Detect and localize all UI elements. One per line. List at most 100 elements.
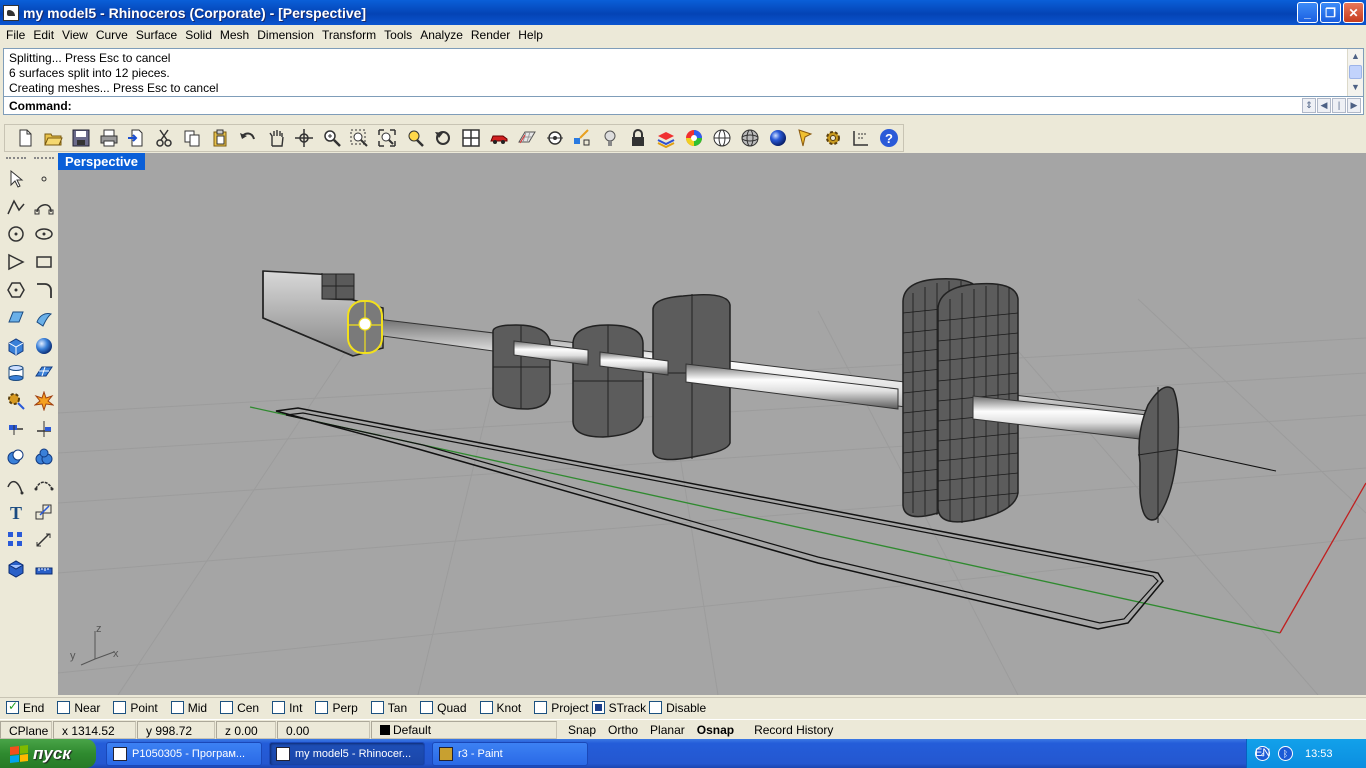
rectangle-icon[interactable]: [31, 248, 57, 276]
bulkhead-2[interactable]: [572, 324, 644, 438]
zoom-selected-icon[interactable]: [401, 125, 429, 151]
curve-point-icon[interactable]: [3, 248, 29, 276]
circle-icon[interactable]: [3, 221, 29, 249]
viewport-title[interactable]: Perspective: [58, 153, 145, 170]
polygon-icon[interactable]: [3, 276, 29, 304]
undo-view-icon[interactable]: [429, 125, 457, 151]
osnap-near[interactable]: Near: [57, 701, 100, 715]
osnap-toggle[interactable]: Osnap: [695, 721, 736, 739]
osnap-mid[interactable]: Mid: [170, 701, 207, 715]
menu-file[interactable]: File: [2, 25, 29, 45]
properties-icon[interactable]: [792, 125, 820, 151]
menu-solid[interactable]: Solid: [181, 25, 216, 45]
osnap-knot-checkbox[interactable]: [479, 701, 493, 714]
cylinder-icon[interactable]: [3, 360, 29, 388]
scroll-down-icon[interactable]: ▼: [1348, 80, 1363, 95]
scroll-up-icon[interactable]: ▲: [1348, 49, 1363, 64]
osnap-cen[interactable]: Cen: [220, 701, 259, 715]
osnap-cen-checkbox[interactable]: [220, 701, 234, 714]
osnap-quad-checkbox[interactable]: [420, 701, 434, 714]
measure-icon[interactable]: [31, 554, 57, 582]
lock-icon[interactable]: [624, 125, 652, 151]
osnap-project-checkbox[interactable]: [534, 701, 548, 714]
scale-icon[interactable]: [31, 499, 57, 527]
paste-icon[interactable]: [206, 125, 234, 151]
render-sphere-icon[interactable]: [764, 125, 792, 151]
open-icon[interactable]: [39, 125, 67, 151]
light-icon[interactable]: [596, 125, 624, 151]
dimension-tool-icon[interactable]: [31, 526, 57, 554]
osnap-project[interactable]: Project: [534, 701, 589, 715]
command-input[interactable]: [71, 98, 1302, 113]
curve-edit-icon[interactable]: [3, 471, 29, 499]
surface-icon[interactable]: [3, 304, 29, 332]
arc-icon[interactable]: [31, 193, 57, 221]
settings-gear-icon[interactable]: [819, 125, 847, 151]
sweep-icon[interactable]: [31, 304, 57, 332]
osnap-disable-checkbox[interactable]: [649, 701, 663, 714]
zoom-window-icon[interactable]: [346, 125, 374, 151]
osnap-tan[interactable]: Tan: [370, 701, 407, 715]
rotate-view-icon[interactable]: [290, 125, 318, 151]
task-rhinoceros[interactable]: my model5 - Rhinocer...: [269, 741, 425, 766]
ellipse-icon[interactable]: [31, 221, 57, 249]
minimize-button[interactable]: _: [1297, 2, 1318, 23]
bulkhead-1[interactable]: [492, 324, 551, 410]
command-options-icon[interactable]: ⇕: [1302, 98, 1316, 113]
osnap-perp-checkbox[interactable]: [315, 701, 329, 714]
edit-icon[interactable]: [3, 415, 29, 443]
toolbar-grip[interactable]: [6, 157, 26, 161]
osnap-point[interactable]: Point: [113, 701, 158, 715]
osnap-strack[interactable]: STrack: [591, 701, 646, 715]
rhino-app-icon[interactable]: [3, 4, 19, 21]
save-icon[interactable]: [67, 125, 95, 151]
cplane-icon[interactable]: [541, 125, 569, 151]
blend-icon[interactable]: [31, 471, 57, 499]
toolbar-grip[interactable]: [34, 157, 54, 161]
snap-toggle[interactable]: Snap: [558, 721, 606, 739]
menu-help[interactable]: Help: [514, 25, 547, 45]
menu-edit[interactable]: Edit: [29, 25, 58, 45]
model-scene[interactable]: z x y: [58, 153, 1366, 695]
osnap-disable[interactable]: Disable: [649, 701, 706, 715]
command-history[interactable]: Splitting... Press Esc to cancel 6 surfa…: [3, 48, 1364, 97]
new-icon[interactable]: [11, 125, 39, 151]
array-icon[interactable]: [3, 526, 29, 554]
menu-curve[interactable]: Curve: [92, 25, 132, 45]
menu-tools[interactable]: Tools: [380, 25, 416, 45]
osnap-end[interactable]: End: [6, 699, 44, 715]
menu-transform[interactable]: Transform: [318, 25, 380, 45]
command-next-icon[interactable]: ▶: [1347, 98, 1361, 113]
end-disk[interactable]: [1137, 386, 1180, 523]
osnap-knot[interactable]: Knot: [479, 701, 521, 715]
menu-view[interactable]: View: [58, 25, 92, 45]
scroll-thumb[interactable]: [1349, 65, 1362, 79]
history-scrollbar[interactable]: ▲ ▼: [1347, 49, 1363, 96]
menu-mesh[interactable]: Mesh: [216, 25, 253, 45]
zoom-extents-icon[interactable]: [373, 125, 401, 151]
zoom-dynamic-icon[interactable]: [318, 125, 346, 151]
language-indicator[interactable]: EN: [1255, 747, 1270, 759]
perspective-viewport[interactable]: z x y Perspective: [58, 153, 1366, 695]
trim-icon[interactable]: [31, 415, 57, 443]
text-icon[interactable]: T: [3, 499, 29, 527]
osnap-icon[interactable]: [569, 125, 597, 151]
color-icon[interactable]: [680, 125, 708, 151]
pan-icon[interactable]: [262, 125, 290, 151]
menu-analyze[interactable]: Analyze: [416, 25, 467, 45]
start-button[interactable]: пуск: [0, 739, 96, 768]
fillet-curve-icon[interactable]: [31, 276, 57, 304]
print-icon[interactable]: [95, 125, 123, 151]
osnap-int[interactable]: Int: [272, 701, 302, 715]
layer-icon[interactable]: [652, 125, 680, 151]
boolean-union-icon[interactable]: [31, 443, 57, 471]
point-icon[interactable]: [31, 165, 57, 193]
help-icon[interactable]: ?: [875, 125, 903, 151]
task-paint[interactable]: r3 - Paint: [432, 741, 588, 766]
menu-render[interactable]: Render: [467, 25, 514, 45]
osnap-tan-checkbox[interactable]: [370, 701, 384, 714]
planar-toggle[interactable]: Planar: [640, 721, 695, 739]
record-history-toggle[interactable]: Record History: [736, 721, 843, 739]
explode-icon[interactable]: [31, 387, 57, 415]
osnap-perp[interactable]: Perp: [315, 701, 358, 715]
